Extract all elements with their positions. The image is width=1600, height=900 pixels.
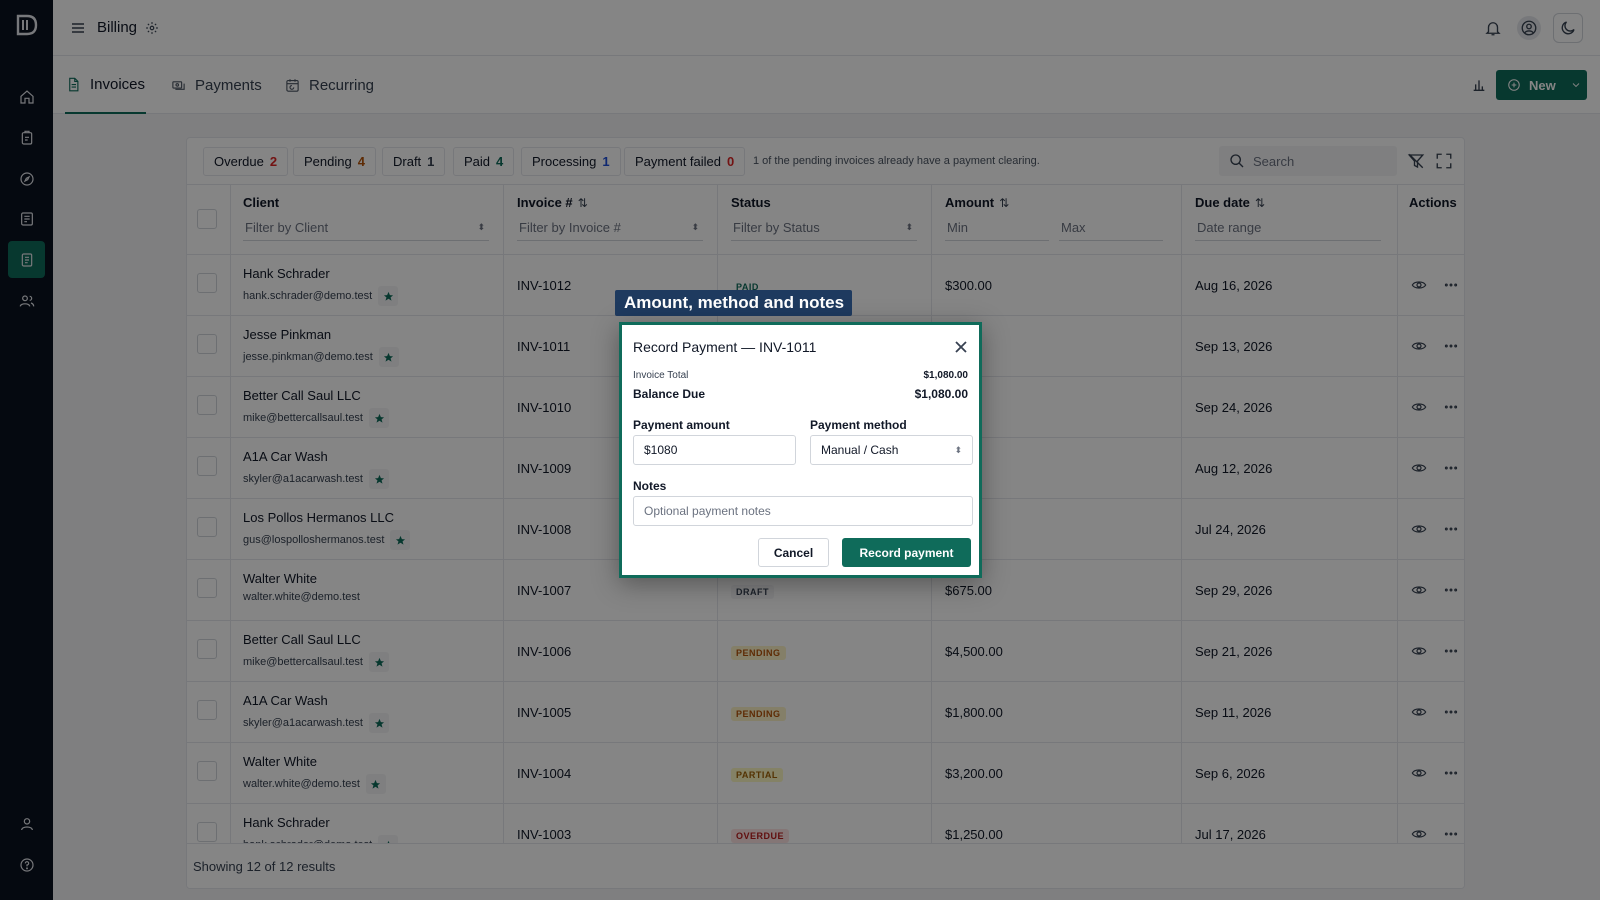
record-payment-dialog: Record Payment — INV-1011 Invoice Total … — [619, 322, 982, 578]
balance-due-value: $1,080.00 — [914, 387, 968, 401]
notes-input[interactable]: Optional payment notes — [633, 496, 973, 526]
balance-due-label: Balance Due — [633, 387, 706, 401]
close-button[interactable] — [954, 340, 968, 354]
tour-step-label: Amount, method and notes — [615, 290, 852, 316]
invoice-total-row: Invoice Total $1,080.00 — [633, 370, 968, 381]
notes-label: Notes — [633, 479, 667, 493]
payment-amount-label: Payment amount — [633, 418, 730, 432]
invoice-total-label: Invoice Total — [633, 370, 689, 381]
invoice-total-value: $1,080.00 — [923, 370, 969, 381]
cancel-button[interactable]: Cancel — [758, 538, 829, 567]
record-payment-button[interactable]: Record payment — [842, 538, 971, 567]
notes-placeholder: Optional payment notes — [644, 504, 771, 518]
close-icon — [955, 341, 967, 353]
updown-icon: ⬍ — [954, 444, 962, 455]
payment-method-label: Payment method — [810, 418, 907, 432]
payment-amount-input[interactable]: $1080 — [633, 435, 796, 465]
payment-method-value: Manual / Cash — [821, 443, 899, 457]
dialog-title: Record Payment — INV-1011 — [633, 339, 817, 355]
payment-method-select[interactable]: Manual / Cash ⬍ — [810, 435, 973, 465]
balance-due-row: Balance Due $1,080.00 — [633, 387, 968, 401]
